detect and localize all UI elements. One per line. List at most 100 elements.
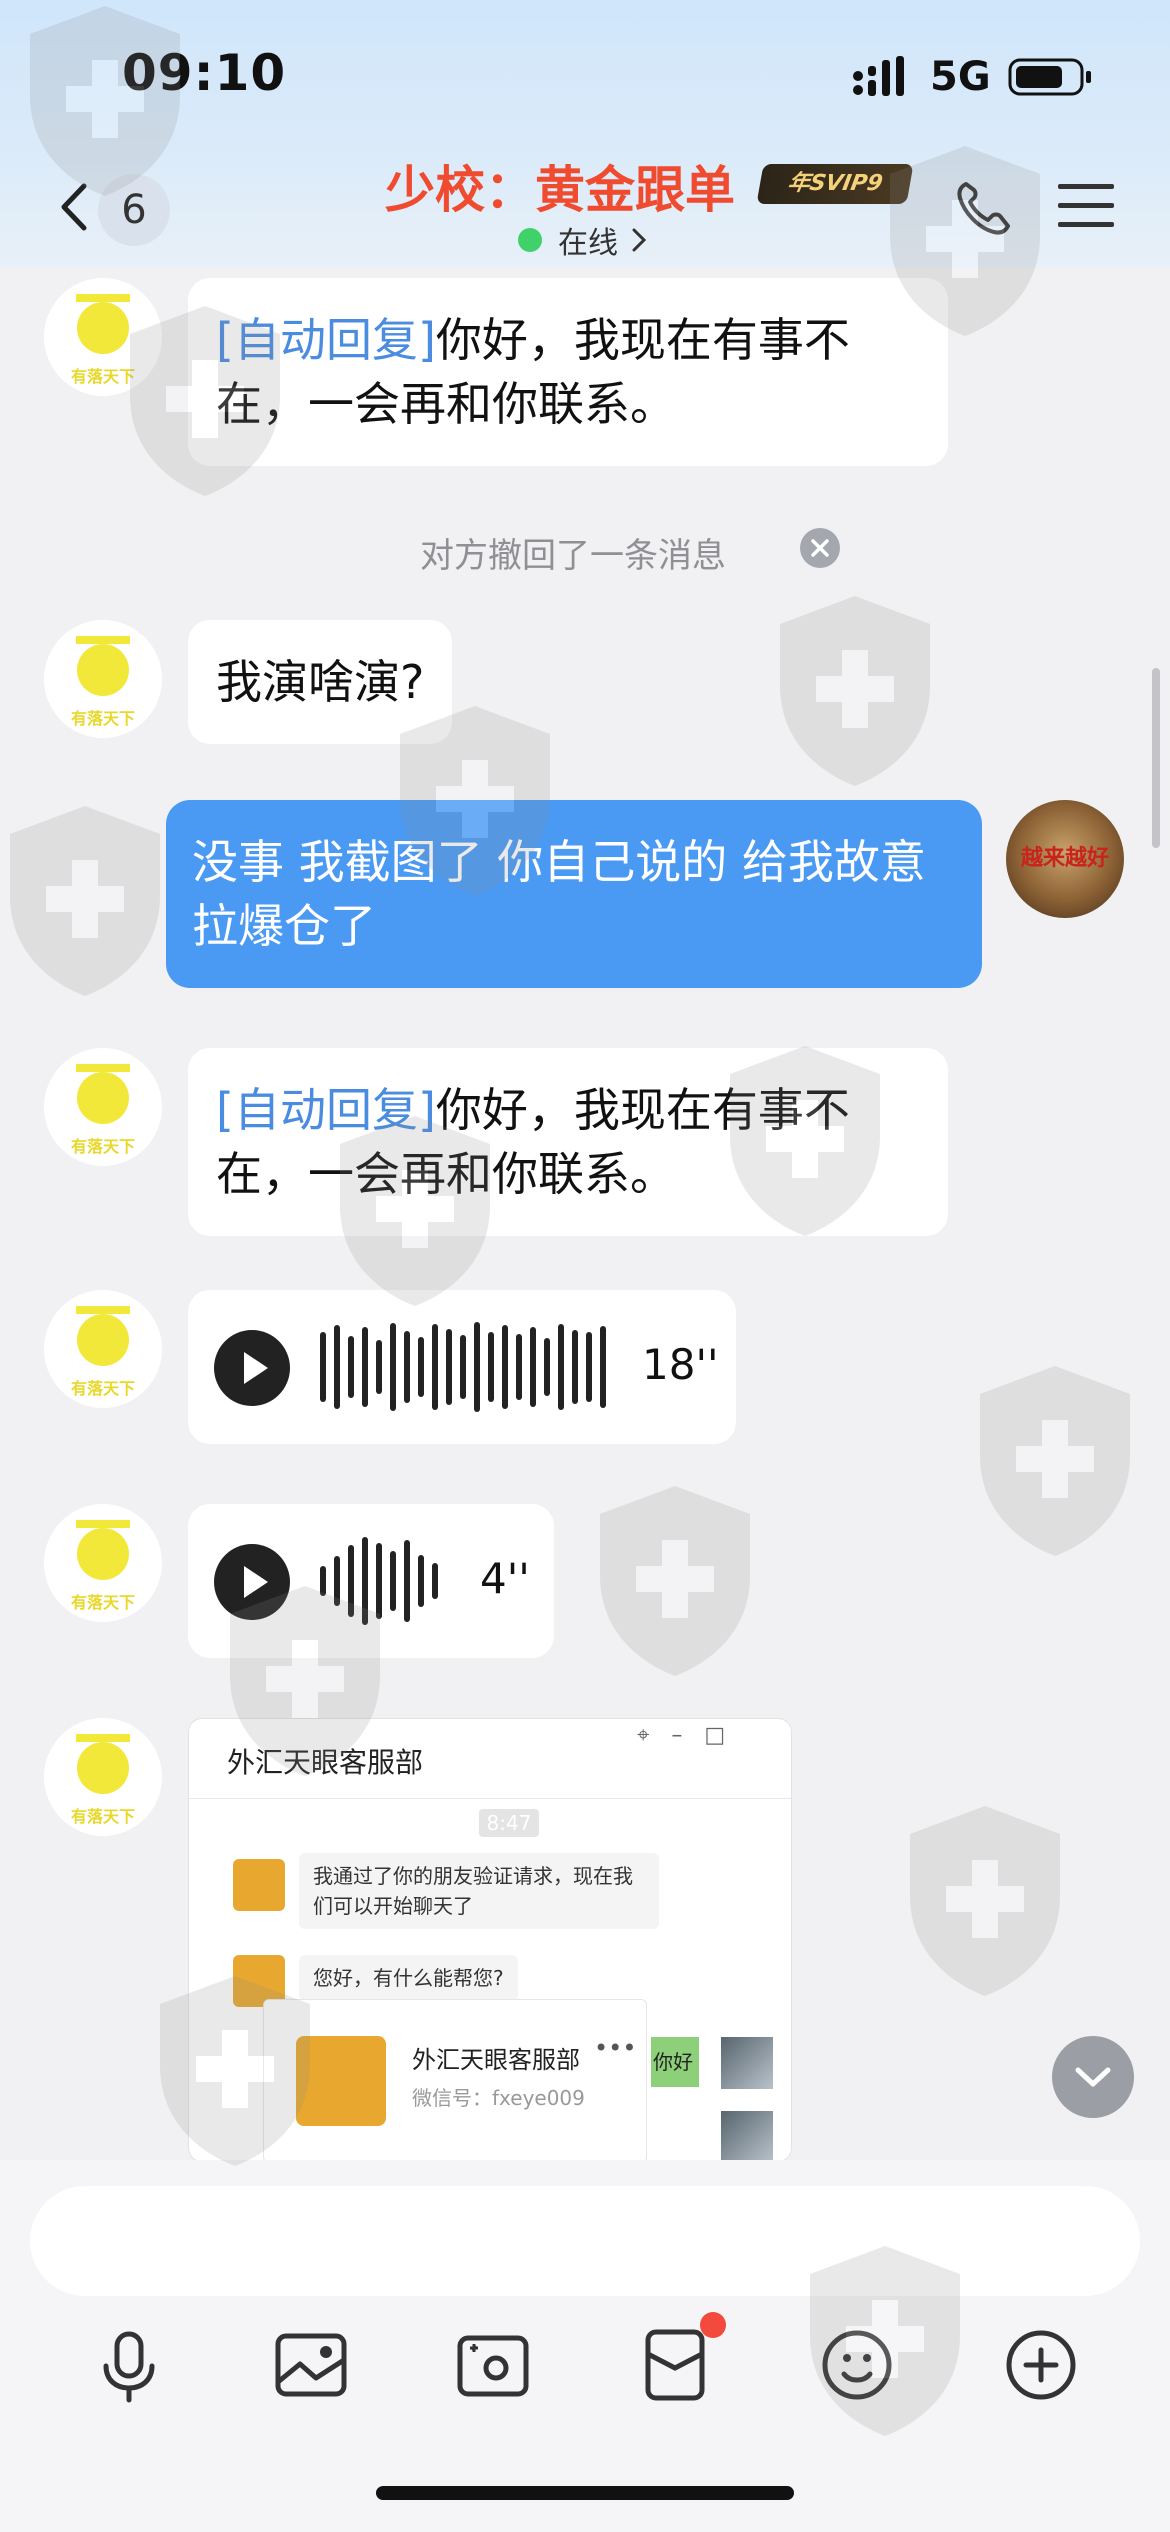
waveform-bar [362, 1327, 368, 1407]
waveform-bar [404, 1331, 410, 1403]
waveform-bar [446, 1329, 452, 1405]
image-timestamp: 8:47 [479, 1809, 539, 1837]
auto-reply-tag: [自动回复] [216, 1083, 436, 1137]
svg-text:有落天下: 有落天下 [71, 1807, 135, 1826]
auto-reply-bubble[interactable]: [自动回复]你好，我现在有事不在，一会再和你联系。 [188, 1048, 948, 1236]
chevron-right-icon [632, 228, 647, 252]
voice-message-bubble[interactable]: 4'' [188, 1504, 554, 1658]
waveform-bar [474, 1322, 480, 1412]
auto-reply-bubble[interactable]: [自动回复]你好，我现在有事不在，一会再和你联系。 [188, 278, 948, 466]
waveform-bar [334, 1325, 340, 1409]
waveform-bar [530, 1327, 536, 1407]
svg-text:有落天下: 有落天下 [71, 1137, 135, 1156]
auto-reply-tag: [自动回复] [216, 313, 436, 367]
image-button[interactable] [266, 2320, 356, 2410]
waveform-bar [418, 1555, 424, 1607]
image-message-2: 您好，有什么能帮您? [299, 1955, 518, 2001]
chat-screen: 09:10 5G 6 少校：黄金跟单 年SVIP9 在线 有落天下 [自动回复]… [0, 0, 1170, 2532]
waveform-bar [404, 1540, 410, 1622]
outgoing-message-bubble[interactable]: 没事 我截图了 你自己说的 给我故意拉爆仓了 [166, 800, 982, 988]
waveform-bar [334, 1556, 340, 1606]
eagle-logo-icon [233, 1859, 285, 1911]
image-thumbnail [721, 2111, 773, 2160]
image-message-1: 我通过了你的朋友验证请求，现在我们可以开始聊天了 [299, 1853, 659, 1929]
microphone-button[interactable] [84, 2320, 174, 2410]
home-indicator[interactable] [376, 2486, 794, 2500]
message-text: 我演啥演? [216, 655, 425, 709]
back-chevron-icon [61, 183, 87, 231]
waveform-icon [320, 1322, 606, 1412]
image-green-bubble: 你好 [651, 2037, 699, 2087]
svg-text:有落天下: 有落天下 [71, 1379, 135, 1398]
waveform-bar [390, 1323, 396, 1411]
voice-duration: 4'' [480, 1554, 530, 1603]
waveform-bar [544, 1338, 550, 1396]
waveform-bar [418, 1337, 424, 1397]
waveform-bar [502, 1325, 508, 1409]
call-icon[interactable] [952, 176, 1016, 240]
incoming-message-bubble[interactable]: 我演啥演? [188, 620, 453, 744]
waveform-bar [348, 1336, 354, 1398]
emoji-button[interactable] [812, 2320, 902, 2410]
notification-dot [700, 2312, 726, 2338]
svip-badge[interactable]: 年SVIP9 [756, 164, 914, 204]
waveform-bar [516, 1334, 522, 1400]
chat-title[interactable]: 少校：黄金跟单 [385, 150, 735, 222]
waveform-bar [600, 1326, 606, 1408]
contact-avatar[interactable]: 有落天下 [44, 278, 162, 396]
message-list[interactable]: 有落天下 [自动回复]你好，我现在有事不在，一会再和你联系。 对方撤回了一条消息… [0, 268, 1170, 2160]
message-input[interactable] [30, 2186, 1140, 2296]
voice-message-bubble[interactable]: 18'' [188, 1290, 736, 1444]
plus-icon [1006, 2330, 1076, 2400]
unread-count-badge: 6 [98, 174, 170, 246]
waveform-bar [558, 1324, 564, 1410]
camera-icon [457, 2335, 529, 2397]
contact-card-id: 微信号：fxeye009 [412, 2086, 585, 2110]
waveform-bar [390, 1551, 396, 1611]
waveform-bar [432, 1563, 438, 1599]
scrollbar[interactable] [1152, 668, 1160, 848]
waveform-bar [586, 1332, 592, 1402]
online-status[interactable]: 在线 [518, 218, 648, 262]
waveform-bar [572, 1330, 578, 1404]
back-button[interactable]: 6 [48, 168, 178, 248]
message-text: 没事 我截图了 你自己说的 给我故意拉爆仓了 [192, 835, 926, 953]
waveform-bar [488, 1332, 494, 1402]
plus-button[interactable] [996, 2320, 1086, 2410]
contact-avatar[interactable]: 有落天下 [44, 1504, 162, 1622]
voice-duration: 18'' [642, 1340, 719, 1389]
my-avatar-text: 越来越好 [1020, 846, 1109, 871]
image-window-title: 外汇天眼客服部 [227, 1746, 424, 1779]
online-dot-icon [518, 228, 542, 252]
waveform-bar [362, 1537, 368, 1625]
contact-avatar[interactable]: 有落天下 [44, 620, 162, 738]
menu-icon[interactable] [1056, 180, 1116, 232]
network-label: 5G [930, 54, 991, 100]
waveform-bar [320, 1566, 326, 1596]
waveform-bar [376, 1340, 382, 1394]
microphone-icon [103, 2331, 155, 2403]
emoji-icon [822, 2330, 892, 2400]
shared-screenshot-image[interactable]: 外汇天眼客服部 ⌖–□ 8:47 我通过了你的朋友验证请求，现在我们可以开始聊天… [188, 1718, 792, 2160]
eagle-logo-icon [296, 2036, 386, 2126]
waveform-icon [320, 1537, 438, 1625]
input-area [0, 2160, 1170, 2532]
scroll-to-bottom-button[interactable] [1052, 2036, 1134, 2118]
recall-notice-text: 对方撤回了一条消息 [420, 536, 726, 576]
contact-card-name: 外汇天眼客服部 [412, 2046, 580, 2074]
battery-icon [1008, 58, 1091, 96]
play-icon[interactable] [214, 1544, 290, 1620]
camera-button[interactable] [448, 2320, 538, 2410]
chat-header: 09:10 5G 6 少校：黄金跟单 年SVIP9 在线 [0, 0, 1170, 268]
waveform-bar [348, 1545, 354, 1617]
svg-text:有落天下: 有落天下 [71, 709, 135, 728]
my-avatar[interactable]: 越来越好 [1006, 800, 1124, 918]
waveform-bar [460, 1335, 466, 1399]
contact-avatar[interactable]: 有落天下 [44, 1718, 162, 1836]
close-icon[interactable] [800, 528, 840, 568]
contact-avatar[interactable]: 有落天下 [44, 1290, 162, 1408]
image-thumbnail [721, 2037, 773, 2089]
play-icon[interactable] [214, 1330, 290, 1406]
window-controls-icon: ⌖–□ [637, 1723, 748, 1748]
contact-avatar[interactable]: 有落天下 [44, 1048, 162, 1166]
